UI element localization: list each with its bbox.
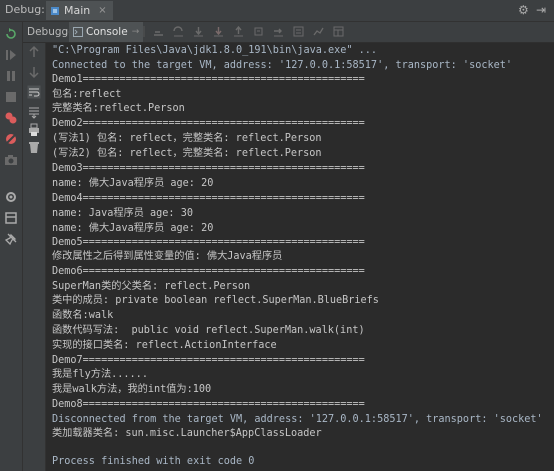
force-step-into-icon[interactable] — [213, 26, 224, 37]
console-line: Demo4===================================… — [52, 193, 365, 204]
console-line: 实现的接口类名: reflect.ActionInterface — [52, 340, 277, 351]
console-line: 包名:reflect — [52, 89, 122, 100]
console-line: Demo1===================================… — [52, 74, 365, 85]
close-icon[interactable]: × — [98, 5, 106, 16]
console-output[interactable]: "C:\Program Files\Java\jdk1.8.0_191\bin\… — [46, 43, 554, 471]
evaluate-icon[interactable] — [293, 26, 304, 37]
console-line: Demo7===================================… — [52, 355, 365, 366]
console-line: SuperMan类的父类名: reflect.Person — [52, 281, 251, 292]
show-execution-point-icon[interactable] — [153, 26, 164, 37]
layout-icon[interactable] — [4, 211, 18, 225]
console-line: Demo2===================================… — [52, 118, 365, 129]
separator-icon — [143, 26, 145, 37]
run-to-cursor-icon[interactable] — [273, 26, 284, 37]
console-line: 类中的成员: private boolean reflect.SuperMan.… — [52, 295, 379, 306]
debug-titlebar: Debug: Main × ⚙ ⇥ — [0, 0, 554, 22]
pin-icon[interactable] — [4, 232, 18, 246]
console-line: (写法2) 包名: reflect，完整类名: reflect.Person — [52, 148, 322, 159]
camera-icon[interactable] — [4, 153, 18, 167]
debug-control-strip — [0, 22, 23, 471]
console-line: 函数名:walk — [52, 310, 114, 321]
console-line: Demo8===================================… — [52, 399, 365, 410]
print-icon[interactable] — [27, 123, 41, 137]
console-line: Demo3===================================… — [52, 163, 365, 174]
debug-label: Debug: — [5, 3, 45, 16]
scroll-to-end-icon[interactable] — [27, 105, 41, 119]
tab-console[interactable]: Console → — [69, 22, 144, 42]
console-line: 类加载器类名: sun.misc.Launcher$AppClassLoader — [52, 428, 322, 439]
debug-subtabs: Debugger Console → — [23, 22, 554, 43]
console-line: 我是fly方法...... — [52, 369, 148, 380]
console-line: Disconnected from the target VM, address… — [52, 414, 543, 425]
run-config-tab-main[interactable]: Main × — [46, 1, 113, 20]
run-config-icon — [51, 6, 59, 15]
soft-wrap-icon[interactable] — [27, 85, 41, 99]
step-into-icon[interactable] — [193, 26, 204, 37]
settings-icon[interactable]: ⇥ — [536, 3, 546, 17]
console-line: Demo5===================================… — [52, 237, 365, 248]
mute-breakpoints-icon[interactable] — [4, 132, 18, 146]
console-line: "C:\Program Files\Java\jdk1.8.0_191\bin\… — [52, 45, 378, 56]
stop-icon[interactable] — [4, 90, 18, 104]
console-line: Demo6===================================… — [52, 266, 365, 277]
tab-console-label: Console — [86, 26, 128, 38]
gear-icon[interactable] — [4, 190, 18, 204]
drop-frame-icon[interactable] — [253, 26, 264, 37]
console-line: name: 佛大Java程序员 age: 20 — [52, 178, 214, 189]
step-over-icon[interactable] — [173, 26, 184, 37]
rerun-icon[interactable] — [4, 27, 18, 41]
step-out-icon[interactable] — [233, 26, 244, 37]
up-arrow-icon[interactable] — [27, 45, 41, 59]
console-icon — [73, 27, 83, 37]
down-arrow-icon[interactable] — [27, 65, 41, 79]
console-line: (写法1) 包名: reflect，完整类名: reflect.Person — [52, 133, 322, 144]
console-line: 函数代码写法: public void reflect.SuperMan.wal… — [52, 325, 365, 336]
trace-icon[interactable] — [313, 26, 324, 37]
gear-icon[interactable]: ⚙ — [518, 3, 529, 17]
console-toolbar — [23, 43, 46, 471]
console-line: 修改属性之后得到属性变量的值: 佛大Java程序员 — [52, 251, 283, 262]
view-breakpoints-icon[interactable] — [4, 111, 18, 125]
restore-layout-icon[interactable] — [333, 26, 344, 37]
trash-icon[interactable] — [27, 140, 41, 154]
console-line: name: Java程序员 age: 30 — [52, 208, 193, 219]
console-line: Connected to the target VM, address: '12… — [52, 60, 513, 71]
resume-icon[interactable] — [4, 48, 18, 62]
console-line: 完整类名:reflect.Person — [52, 103, 185, 114]
console-line: Process finished with exit code 0 — [52, 456, 255, 467]
console-line: 我是walk方法，我的int值为:100 — [52, 384, 212, 395]
pause-icon[interactable] — [4, 69, 18, 83]
console-line: name: 佛大Java程序员 age: 20 — [52, 223, 214, 234]
run-tab-label: Main — [64, 4, 91, 17]
